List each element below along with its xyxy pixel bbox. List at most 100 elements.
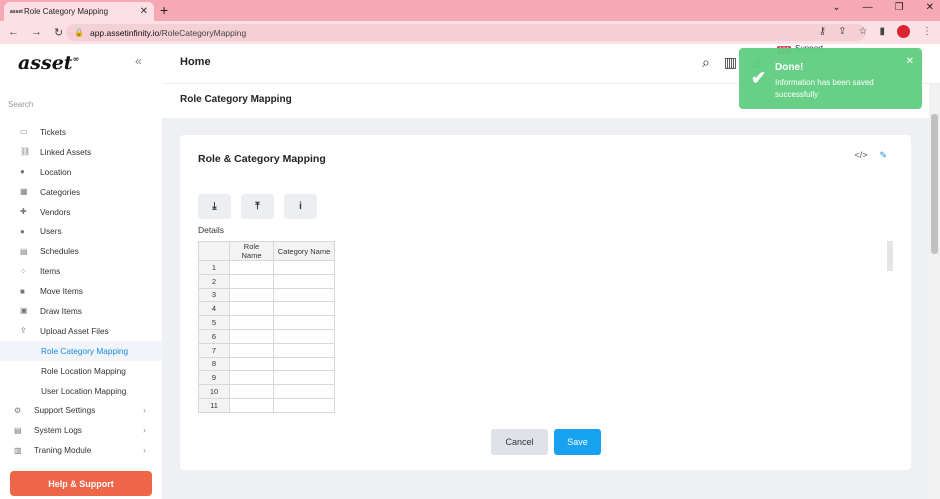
- lock-icon: 🔒: [74, 28, 84, 37]
- menu-dots-icon[interactable]: ⋮: [922, 26, 932, 37]
- location-icon: ●: [20, 167, 25, 177]
- table-row: 2: [198, 273, 335, 289]
- grid-icon: ▦: [20, 187, 28, 197]
- role-name-cell[interactable]: [229, 342, 274, 358]
- download-button[interactable]: ⤓: [198, 194, 231, 219]
- role-name-cell[interactable]: [229, 287, 274, 303]
- role-name-cell[interactable]: [229, 370, 274, 386]
- category-name-cell[interactable]: [273, 342, 335, 358]
- info-button[interactable]: i: [284, 194, 317, 219]
- sidebar-search[interactable]: Search: [8, 100, 33, 109]
- sidebar-item-user-location-mapping[interactable]: User Location Mapping: [0, 381, 162, 401]
- role-name-cell[interactable]: [229, 273, 274, 289]
- page-scroll-thumb[interactable]: [931, 114, 938, 254]
- column-header-category-name[interactable]: Category Name: [273, 241, 335, 261]
- new-tab-icon[interactable]: +: [160, 2, 168, 18]
- mapping-card: Role & Category Mapping </> ✎ ⤓ ⤒ i Deta…: [180, 135, 911, 470]
- sidebar-item-move-items[interactable]: ■ Move Items: [0, 281, 162, 301]
- role-name-cell[interactable]: [229, 328, 274, 344]
- reload-icon[interactable]: ↻: [54, 26, 63, 39]
- page-scrollbar[interactable]: [929, 84, 940, 499]
- share-icon[interactable]: ⇪: [838, 26, 846, 37]
- code-icon[interactable]: </>: [854, 150, 867, 161]
- category-name-cell[interactable]: [273, 287, 335, 303]
- browser-tab[interactable]: asset Role Category Mapping ✕: [4, 2, 154, 21]
- row-number: 7: [198, 342, 230, 358]
- toast-message: Information has been saved successfully: [775, 78, 874, 99]
- table-row: 4: [198, 301, 335, 317]
- help-support-button[interactable]: Help & Support: [10, 471, 152, 496]
- key-icon[interactable]: ⚷: [819, 26, 826, 37]
- card-title: Role & Category Mapping: [198, 153, 326, 165]
- barcode-scan-icon[interactable]: ▥: [724, 54, 737, 71]
- role-name-cell[interactable]: [229, 397, 274, 413]
- save-button[interactable]: Save: [554, 429, 601, 455]
- back-icon[interactable]: ←: [8, 26, 19, 39]
- category-name-cell[interactable]: [273, 397, 335, 413]
- sidebar-item-items[interactable]: ⁘ Items: [0, 261, 162, 281]
- collapse-sidebar-icon[interactable]: «: [135, 54, 142, 68]
- zoom-search-icon[interactable]: ⌕: [702, 54, 710, 71]
- sidebar-item-training-module[interactable]: ▥ Traning Module ›: [0, 440, 162, 460]
- app-logo[interactable]: asset∞: [18, 52, 79, 74]
- page-title: Role Category Mapping: [180, 94, 292, 105]
- sidebar-item-draw-items[interactable]: ▣ Draw Items: [0, 301, 162, 321]
- sidebar-item-system-logs[interactable]: ▤ System Logs ›: [0, 420, 162, 440]
- sidebar-item-support-settings[interactable]: ⚙ Support Settings ›: [0, 400, 162, 420]
- browser-toolbar: ⚷ ⇪ ☆ ▮ ⋮: [819, 25, 932, 38]
- grid-header-row: Role Name Category Name: [198, 241, 335, 261]
- sidebar-item-role-location-mapping[interactable]: Role Location Mapping: [0, 361, 162, 381]
- close-icon[interactable]: ✕: [906, 56, 914, 67]
- corner-cell: [198, 241, 230, 261]
- role-name-cell[interactable]: [229, 384, 274, 399]
- star-icon[interactable]: ☆: [859, 26, 868, 37]
- sidebar-item-upload-asset-files[interactable]: ⇪ Upload Asset Files: [0, 321, 162, 341]
- minimize-icon[interactable]: —: [863, 2, 873, 13]
- sidebar-item-role-category-mapping[interactable]: Role Category Mapping: [0, 340, 162, 361]
- sidebar-item-location[interactable]: ● Location: [0, 162, 162, 182]
- row-number: 4: [198, 301, 230, 317]
- category-name-cell[interactable]: [273, 260, 335, 275]
- url-input[interactable]: 🔒 app.assetinfinity.io/RoleCategoryMappi…: [66, 24, 866, 41]
- close-tab-icon[interactable]: ✕: [140, 6, 148, 17]
- category-name-cell[interactable]: [273, 301, 335, 317]
- forward-icon[interactable]: →: [31, 26, 42, 39]
- chevron-down-icon[interactable]: ⌄: [832, 2, 840, 13]
- home-label[interactable]: Home: [180, 56, 211, 68]
- user-icon: ●: [20, 226, 25, 236]
- browser-tab-strip: asset Role Category Mapping ✕ + ⌄ — ❐ ✕: [0, 0, 940, 21]
- profile-avatar[interactable]: [897, 25, 910, 38]
- edit-icon[interactable]: ✎: [879, 150, 887, 161]
- row-number: 2: [198, 273, 230, 289]
- chevron-right-icon: ›: [143, 405, 146, 416]
- success-toast: ✔ Done! Information has been saved succe…: [739, 48, 922, 109]
- category-name-cell[interactable]: [273, 370, 335, 386]
- close-window-icon[interactable]: ✕: [926, 2, 934, 13]
- grid-scrollbar[interactable]: [887, 241, 893, 271]
- role-name-cell[interactable]: [229, 356, 274, 372]
- category-name-cell[interactable]: [273, 384, 335, 399]
- toolbar: ⤓ ⤒ i: [198, 194, 317, 219]
- table-row: 9: [198, 370, 335, 386]
- table-row: 1: [198, 260, 335, 275]
- category-name-cell[interactable]: [273, 356, 335, 372]
- check-icon: ✔: [751, 68, 767, 88]
- restore-icon[interactable]: ❐: [895, 2, 904, 13]
- sidebar-item-linked-assets[interactable]: ⛓ Linked Assets: [0, 142, 162, 162]
- sidepanel-icon[interactable]: ▮: [879, 26, 885, 37]
- cancel-button[interactable]: Cancel: [491, 429, 548, 455]
- role-name-cell[interactable]: [229, 301, 274, 317]
- category-name-cell[interactable]: [273, 315, 335, 330]
- sidebar-item-categories[interactable]: ▦ Categories: [0, 182, 162, 202]
- category-name-cell[interactable]: [273, 328, 335, 344]
- sidebar-item-tickets[interactable]: ▭ Tickets: [0, 122, 162, 142]
- column-header-role-name[interactable]: Role Name: [229, 241, 274, 261]
- upload-button[interactable]: ⤒: [241, 194, 274, 219]
- sidebar-item-schedules[interactable]: ▤ Schedules: [0, 241, 162, 261]
- sidebar-item-users[interactable]: ● Users: [0, 221, 162, 241]
- sidebar-item-vendors[interactable]: ✚ Vendors: [0, 202, 162, 222]
- url-path: /RoleCategoryMapping: [159, 27, 247, 38]
- category-name-cell[interactable]: [273, 273, 335, 289]
- role-name-cell[interactable]: [229, 260, 274, 275]
- role-name-cell[interactable]: [229, 315, 274, 330]
